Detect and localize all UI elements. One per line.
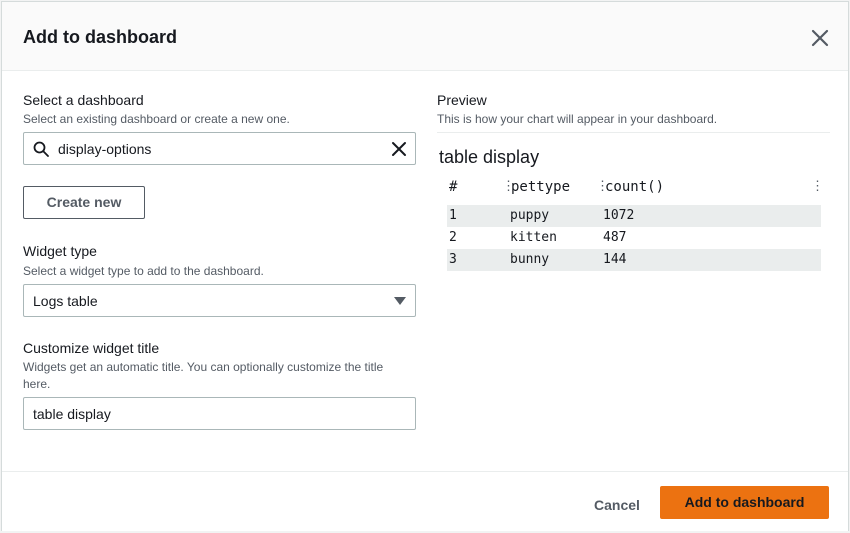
- table-row: 3 bunny 144: [447, 249, 821, 271]
- cell-pettype: bunny: [510, 252, 550, 267]
- table-row: 2 kitten 487: [447, 227, 821, 249]
- cell-index: 3: [449, 252, 457, 267]
- column-header-index: #: [449, 179, 458, 195]
- widget-title-label: Customize widget title: [23, 340, 160, 356]
- dashboard-search-value: display-options: [58, 141, 152, 157]
- cell-index: 2: [449, 230, 457, 245]
- add-to-dashboard-modal: Add to dashboard Select a dashboard Sele…: [1, 1, 849, 531]
- preview-divider: [437, 132, 830, 133]
- cell-pettype: puppy: [510, 208, 550, 223]
- modal-header: Add to dashboard: [2, 2, 848, 71]
- cancel-button[interactable]: Cancel: [582, 489, 652, 521]
- widget-type-label: Widget type: [23, 243, 97, 259]
- modal-footer: Cancel Add to dashboard: [2, 471, 848, 531]
- search-icon: [33, 141, 49, 157]
- widget-title-description-1: Widgets get an automatic title. You can …: [23, 360, 384, 374]
- cell-count: 487: [603, 230, 627, 245]
- widget-title-value: table display: [33, 406, 111, 422]
- cell-count: 1072: [603, 208, 635, 223]
- modal-title: Add to dashboard: [23, 27, 177, 47]
- preview-description: This is how your chart will appear in yo…: [437, 112, 718, 126]
- widget-type-select[interactable]: Logs table: [23, 284, 416, 317]
- widget-title-description-2: here.: [23, 377, 51, 391]
- column-header-pettype: pettype: [511, 179, 571, 195]
- cell-index: 1: [449, 208, 457, 223]
- preview-label: Preview: [437, 92, 487, 108]
- widget-title-input[interactable]: table display: [23, 397, 416, 430]
- widget-type-description: Select a widget type to add to the dashb…: [23, 264, 264, 278]
- preview-chart-title: table display: [439, 147, 540, 167]
- select-dashboard-description: Select an existing dashboard or create a…: [23, 112, 290, 126]
- dashboard-search-input[interactable]: display-options: [23, 132, 416, 165]
- close-icon[interactable]: [808, 26, 832, 50]
- column-menu-icon[interactable]: ⋮: [811, 179, 824, 195]
- clear-icon[interactable]: [390, 140, 408, 158]
- create-new-button[interactable]: Create new: [23, 186, 145, 219]
- cell-pettype: kitten: [510, 230, 557, 245]
- select-dashboard-label: Select a dashboard: [23, 92, 144, 108]
- add-to-dashboard-button[interactable]: Add to dashboard: [660, 486, 829, 519]
- column-header-count: count(): [605, 179, 665, 195]
- widget-type-selected: Logs table: [33, 293, 98, 309]
- caret-down-icon: [394, 297, 406, 305]
- table-row: 1 puppy 1072: [447, 205, 821, 227]
- cell-count: 144: [603, 252, 627, 267]
